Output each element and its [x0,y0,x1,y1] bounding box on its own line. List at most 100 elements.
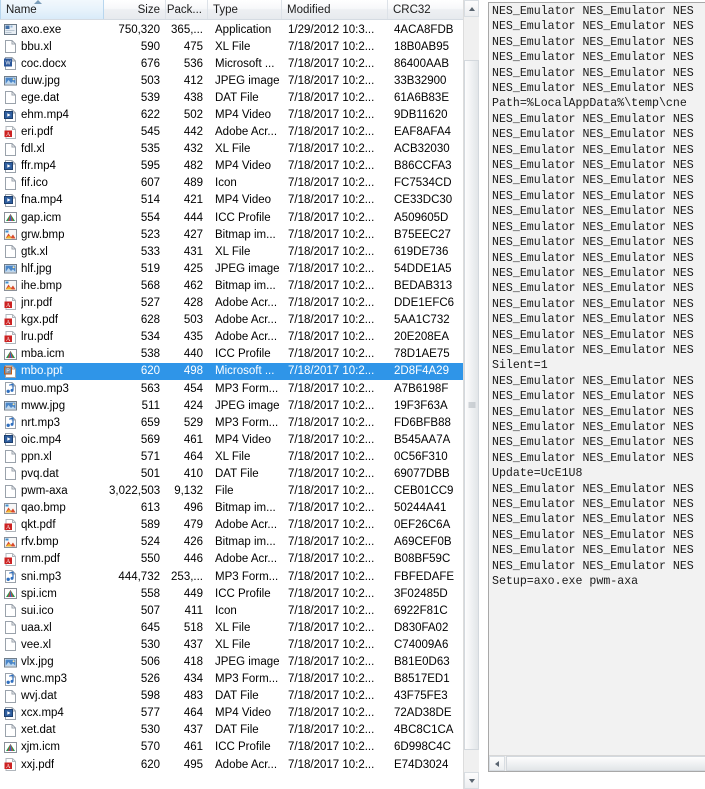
table-row[interactable]: mww.jpg 511 424 JPEG image 7/18/2017 10:2...… [0,397,464,414]
file-name-cell[interactable]: wvj.dat [0,689,104,703]
table-row[interactable]: pvq.dat 501 410 DAT File 7/18/2017 10:2... 69… [0,465,464,482]
file-name-cell[interactable]: pvq.dat [0,467,104,481]
table-row[interactable]: bbu.xl 590 475 XL File 7/18/2017 10:2... 18B0… [0,38,464,55]
table-row[interactable]: mba.icm 538 440 ICC Profile 7/18/2017 10:2..… [0,346,464,363]
file-name-cell[interactable]: qao.bmp [0,502,104,515]
file-name-cell[interactable]: Wcoc.docx [0,57,104,71]
column-header-packed[interactable]: Pack... [166,0,208,19]
table-row[interactable]: xjm.icm 570 461 ICC Profile 7/18/2017 10:2..… [0,739,464,756]
table-row[interactable]: xcx.mp4 577 464 MP4 Video 7/18/2017 10:2... 7… [0,705,464,722]
file-name-cell[interactable]: sui.ico [0,604,104,618]
file-name-cell[interactable]: gtk.xl [0,245,104,259]
file-name-cell[interactable]: fif.ico [0,176,104,190]
file-name-cell[interactable]: rfv.bmp [0,536,104,549]
column-header-size[interactable]: Size [104,0,166,19]
file-name-cell[interactable]: Pmbo.ppt [0,364,104,378]
file-name-cell[interactable]: gap.icm [0,211,104,224]
text-preview-frame[interactable]: NES_Emulator NES_Emulator NES NES_Emulato… [488,2,705,772]
table-row[interactable]: wvj.dat 598 483 DAT File 7/18/2017 10:2... 43… [0,688,464,705]
file-list-vertical-scrollbar[interactable] [463,0,479,789]
table-row[interactable]: ffr.mp4 595 482 MP4 Video 7/18/2017 10:2... B… [0,158,464,175]
file-name-cell[interactable]: sni.mp3 [0,570,104,584]
column-header-type[interactable]: Type [208,0,282,19]
file-name-cell[interactable]: Akgx.pdf [0,313,104,327]
file-name-cell[interactable]: ege.dat [0,91,104,105]
table-row[interactable]: fna.mp4 514 421 MP4 Video 7/18/2017 10:2... C… [0,192,464,209]
vertical-scrollbar-thumb[interactable] [464,60,479,750]
table-row[interactable]: Wcoc.docx 676 536 Microsoft ... 7/18/2017 10… [0,55,464,72]
file-name-cell[interactable]: muo.mp3 [0,382,104,396]
file-list-body[interactable]: axo.exe 750,320 365,... Application 1/29/201… [0,21,464,789]
scroll-left-arrow-icon[interactable] [489,756,505,771]
table-row[interactable]: vlx.jpg 506 418 JPEG image 7/18/2017 10:2...… [0,653,464,670]
table-row[interactable]: ihe.bmp 568 462 Bitmap im... 7/18/2017 10:2.… [0,277,464,294]
table-row[interactable]: oic.mp4 569 461 MP4 Video 7/18/2017 10:2... B… [0,431,464,448]
file-name-cell[interactable]: mww.jpg [0,399,104,412]
file-name-cell[interactable]: duw.jpg [0,74,104,87]
file-name-cell[interactable]: axo.exe [0,23,104,36]
scroll-up-arrow-icon[interactable] [464,0,479,17]
file-name-cell[interactable]: Arnm.pdf [0,552,104,566]
table-row[interactable]: Axxj.pdf 620 495 Adobe Acr... 7/18/2017 10:2… [0,756,464,773]
file-name-cell[interactable]: ffr.mp4 [0,159,104,173]
column-header-modified[interactable]: Modified [282,0,388,19]
table-row[interactable]: fdl.xl 535 432 XL File 7/18/2017 10:2... ACB3… [0,141,464,158]
file-name-cell[interactable]: Aqkt.pdf [0,518,104,532]
column-header-crc32[interactable]: CRC32 [388,0,464,19]
file-name-cell[interactable]: grw.bmp [0,228,104,241]
pane-splitter[interactable] [479,0,488,789]
table-row[interactable]: duw.jpg 503 412 JPEG image 7/18/2017 10:2...… [0,72,464,89]
file-name-cell[interactable]: wnc.mp3 [0,672,104,686]
file-name-cell[interactable]: Ajnr.pdf [0,296,104,310]
file-name-cell[interactable]: pwm-axa [0,484,104,498]
file-name-cell[interactable]: xjm.icm [0,741,104,754]
table-row[interactable]: fif.ico 607 489 Icon 7/18/2017 10:2... FC7534… [0,175,464,192]
file-name-cell[interactable]: ppn.xl [0,450,104,464]
table-row[interactable]: Arnm.pdf 550 446 Adobe Acr... 7/18/2017 10:2… [0,551,464,568]
file-name-cell[interactable]: spi.icm [0,587,104,600]
table-row[interactable]: pwm-axa 3,022,503 9,132 File 7/18/2017 10:2.… [0,483,464,500]
file-name-cell[interactable]: bbu.xl [0,40,104,54]
scroll-down-arrow-icon[interactable] [464,772,479,789]
table-row[interactable]: xet.dat 530 437 DAT File 7/18/2017 10:2... 4B… [0,722,464,739]
table-row-selected[interactable]: Pmbo.ppt 620 498 Microsoft ... 7/18/2017 10:… [0,362,464,380]
file-name-cell[interactable]: hlf.jpg [0,262,104,275]
file-name-cell[interactable]: ehm.mp4 [0,108,104,122]
file-name-cell[interactable]: nrt.mp3 [0,416,104,430]
table-row[interactable]: sni.mp3 444,732 253,... MP3 Form... 7/18/201… [0,568,464,585]
table-row[interactable]: wnc.mp3 526 434 MP3 Form... 7/18/2017 10:2..… [0,671,464,688]
file-name-cell[interactable]: vlx.jpg [0,656,104,669]
horizontal-scrollbar-thumb[interactable] [506,756,705,771]
table-row[interactable]: hlf.jpg 519 425 JPEG image 7/18/2017 10:2...… [0,260,464,277]
table-row[interactable]: ppn.xl 571 464 XL File 7/18/2017 10:2... 0C56… [0,448,464,465]
file-name-cell[interactable]: xet.dat [0,723,104,737]
file-name-cell[interactable]: Axxj.pdf [0,758,104,772]
file-name-cell[interactable]: fdl.xl [0,142,104,156]
file-name-cell[interactable]: fna.mp4 [0,193,104,207]
file-name-cell[interactable]: oic.mp4 [0,433,104,447]
table-row[interactable]: Ajnr.pdf 527 428 Adobe Acr... 7/18/2017 10:2… [0,295,464,312]
table-row[interactable]: Aqkt.pdf 589 479 Adobe Acr... 7/18/2017 10:2… [0,517,464,534]
table-row[interactable]: axo.exe 750,320 365,... Application 1/29/201… [0,21,464,38]
table-row[interactable]: nrt.mp3 659 529 MP3 Form... 7/18/2017 10:2..… [0,414,464,431]
table-row[interactable]: Alru.pdf 534 435 Adobe Acr... 7/18/2017 10:2… [0,329,464,346]
text-horizontal-scrollbar[interactable] [489,755,705,771]
file-name-cell[interactable]: Alru.pdf [0,330,104,344]
table-row[interactable]: sui.ico 507 411 Icon 7/18/2017 10:2... 6922F8… [0,602,464,619]
table-row[interactable]: spi.icm 558 449 ICC Profile 7/18/2017 10:2..… [0,585,464,602]
file-name-cell[interactable]: uaa.xl [0,621,104,635]
table-row[interactable]: grw.bmp 523 427 Bitmap im... 7/18/2017 10:2.… [0,226,464,243]
file-name-cell[interactable]: Aeri.pdf [0,125,104,139]
table-row[interactable]: vee.xl 530 437 XL File 7/18/2017 10:2... C740… [0,636,464,653]
table-row[interactable]: gap.icm 554 444 ICC Profile 7/18/2017 10:2..… [0,209,464,226]
file-name-cell[interactable]: ihe.bmp [0,279,104,292]
table-row[interactable]: muo.mp3 563 454 MP3 Form... 7/18/2017 10:2..… [0,380,464,397]
file-name-cell[interactable]: vee.xl [0,638,104,652]
file-name-cell[interactable]: mba.icm [0,348,104,361]
table-row[interactable]: uaa.xl 645 518 XL File 7/18/2017 10:2... D830… [0,619,464,636]
table-row[interactable]: ehm.mp4 622 502 MP4 Video 7/18/2017 10:2... 9… [0,106,464,123]
table-row[interactable]: rfv.bmp 524 426 Bitmap im... 7/18/2017 10:2.… [0,534,464,551]
table-row[interactable]: ege.dat 539 438 DAT File 7/18/2017 10:2... 61… [0,89,464,106]
file-name-cell[interactable]: xcx.mp4 [0,706,104,720]
table-row[interactable]: Akgx.pdf 628 503 Adobe Acr... 7/18/2017 10:2… [0,312,464,329]
